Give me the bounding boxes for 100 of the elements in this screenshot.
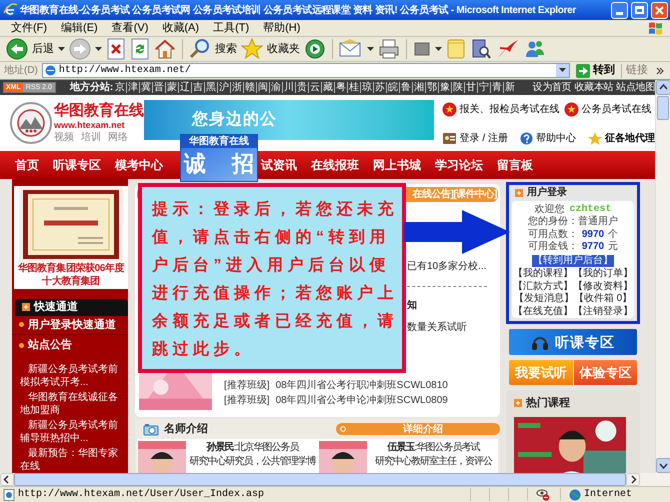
chevron-icon[interactable] (656, 66, 664, 74)
branch-link[interactable]: 陕 (451, 82, 464, 93)
course-link[interactable]: 08年四川省公考行职冲刺班SCWL0810 (276, 378, 448, 393)
close-button[interactable] (651, 2, 668, 18)
branch-link[interactable]: 冀 (139, 82, 152, 93)
branch-link[interactable]: 辽 (178, 82, 192, 93)
caret-icon[interactable] (367, 46, 374, 52)
branch-link[interactable]: 吉 (191, 82, 204, 93)
branch-link[interactable]: 皖 (386, 82, 400, 93)
account-link[interactable]: 【注销登录】 (573, 306, 633, 318)
account-link[interactable]: 【发短消息】 (514, 293, 574, 306)
account-link[interactable]: 【收件箱 0】 (574, 293, 632, 306)
account-link[interactable]: 【我的课程】 (513, 268, 573, 280)
account-link[interactable]: 【修改资料】 (573, 280, 633, 293)
go-button[interactable]: 转到 (574, 62, 617, 79)
branch-link[interactable]: 津 (126, 82, 140, 93)
account-link[interactable]: 【在线充值】 (513, 306, 573, 318)
branch-link[interactable]: 赣 (243, 82, 256, 93)
caret-icon[interactable] (559, 68, 566, 73)
branch-link[interactable]: 宁 (477, 82, 490, 93)
branch-link[interactable]: 晋 (152, 82, 166, 93)
star-icon[interactable] (241, 38, 263, 60)
news-item[interactable]: 最新预告：华图专家在线 (20, 447, 124, 473)
account-link[interactable]: 【汇款方式】 (513, 280, 573, 293)
branch-link[interactable]: 豫 (438, 82, 452, 93)
search-icon[interactable] (189, 38, 211, 60)
menu-item[interactable]: 工具(T) (206, 20, 256, 36)
caret-icon[interactable] (435, 46, 442, 52)
branch-link[interactable]: 渝 (269, 82, 282, 93)
branch-link[interactable]: 桂 (347, 82, 360, 93)
quick-link[interactable]: 用户登录快速通道 (28, 316, 116, 334)
site-link[interactable]: 收藏本站 (574, 80, 614, 95)
nav-item[interactable]: 模考中心 (115, 156, 163, 174)
people-icon[interactable] (524, 38, 546, 60)
course-link[interactable]: 08年四川省公考申论冲刺班SCWL0809 (276, 393, 448, 408)
menu-item[interactable]: 收藏(A) (155, 20, 206, 36)
scroll-down-arrow-icon[interactable] (656, 458, 670, 473)
nav-item[interactable]: 网上书城 (373, 156, 421, 174)
branch-link[interactable]: 新 (503, 82, 516, 93)
news-item[interactable]: 新疆公务员考试考前辅导班热招中... (20, 419, 124, 445)
branch-link[interactable]: 甘 (464, 82, 478, 93)
nav-item[interactable]: 学习论坛 (435, 156, 483, 174)
header-link[interactable]: 帮助中心 (536, 131, 576, 146)
branch-link[interactable]: 川 (282, 82, 296, 93)
branch-link[interactable]: 沪 (217, 82, 230, 93)
branch-link[interactable]: 苏 (373, 82, 386, 93)
branch-link[interactable]: 浙 (230, 82, 244, 93)
news-item[interactable]: 新疆公务员考试考前模拟考试开考... (20, 363, 124, 389)
header-link[interactable]: 报关、报检员考试在线 (460, 102, 560, 117)
address-field[interactable]: http://www.htexam.net/ (42, 63, 570, 78)
nav-item[interactable]: 首页 (15, 156, 39, 174)
header-link[interactable]: 公务员考试在线 (582, 102, 652, 117)
scroll-up-arrow-icon[interactable] (656, 80, 670, 95)
site-link[interactable]: 站点地图 (616, 80, 655, 95)
branch-link[interactable]: 鲁 (399, 82, 412, 93)
branch-link[interactable]: 湘 (412, 82, 426, 93)
menu-item[interactable]: 查看(V) (104, 20, 156, 36)
branch-link[interactable]: 云 (308, 82, 322, 93)
branch-link[interactable]: 琼 (360, 82, 374, 93)
menu-item[interactable]: 文件(F) (4, 20, 54, 36)
dropdown-button[interactable] (556, 64, 569, 77)
branch-link[interactable]: 闽 (256, 82, 270, 93)
menu-item[interactable]: 编辑(E) (54, 20, 105, 36)
caret-icon[interactable] (95, 46, 102, 52)
scrollbar-thumb[interactable] (657, 96, 669, 120)
recruit-popup[interactable]: 华图教育在线 诚 招 (180, 134, 258, 182)
notice-line[interactable]: 数量关系试听 (407, 317, 500, 339)
quick-link[interactable]: 站点公告 (28, 336, 72, 354)
toolbar-label[interactable]: 收藏夹 (267, 40, 300, 58)
nav-item[interactable]: 留言板 (497, 156, 533, 174)
book-magnifier-icon[interactable] (470, 38, 492, 60)
minimize-button[interactable] (611, 2, 628, 18)
links-button[interactable]: 链接 (626, 62, 652, 79)
branch-link[interactable]: 蒙 (165, 82, 178, 93)
nav-item[interactable]: 听课专区 (53, 156, 101, 174)
branch-link[interactable]: 粤 (334, 82, 348, 93)
branch-link[interactable]: 青 (490, 82, 504, 93)
toolbar-label[interactable]: 后退 (32, 40, 54, 58)
account-link[interactable]: 【我的订单】 (573, 268, 633, 280)
news-item[interactable]: 华图教育在线诚征各地加盟商 (20, 391, 124, 417)
maximize-button[interactable] (631, 2, 648, 18)
scrollbar-thumb[interactable] (14, 473, 626, 486)
backend-link[interactable]: 【转到用户后台】 (532, 254, 614, 267)
stop-icon[interactable] (106, 38, 126, 60)
caret-icon[interactable] (58, 46, 65, 52)
menu-item[interactable]: 帮助(H) (256, 20, 308, 36)
close-icon[interactable] (655, 6, 664, 14)
header-link[interactable]: 征各地代理 (605, 131, 655, 146)
toolbar-label[interactable]: 搜索 (215, 40, 237, 58)
listen-zone-button[interactable]: 听课专区 (509, 329, 637, 355)
branch-link[interactable]: 藏 (321, 82, 334, 93)
site-link[interactable]: 设为首页 (532, 80, 572, 95)
notice-line[interactable]: 知 (407, 295, 500, 317)
nav-item[interactable]: 试资讯 (261, 156, 297, 174)
media-icon[interactable] (304, 38, 326, 60)
branch-link[interactable]: 黑 (204, 82, 218, 93)
branch-link[interactable]: 贵 (295, 82, 308, 93)
home-icon[interactable] (154, 38, 176, 60)
branch-link[interactable]: 京 (114, 82, 126, 93)
header-link[interactable]: 登录 / 注册 (460, 131, 508, 146)
